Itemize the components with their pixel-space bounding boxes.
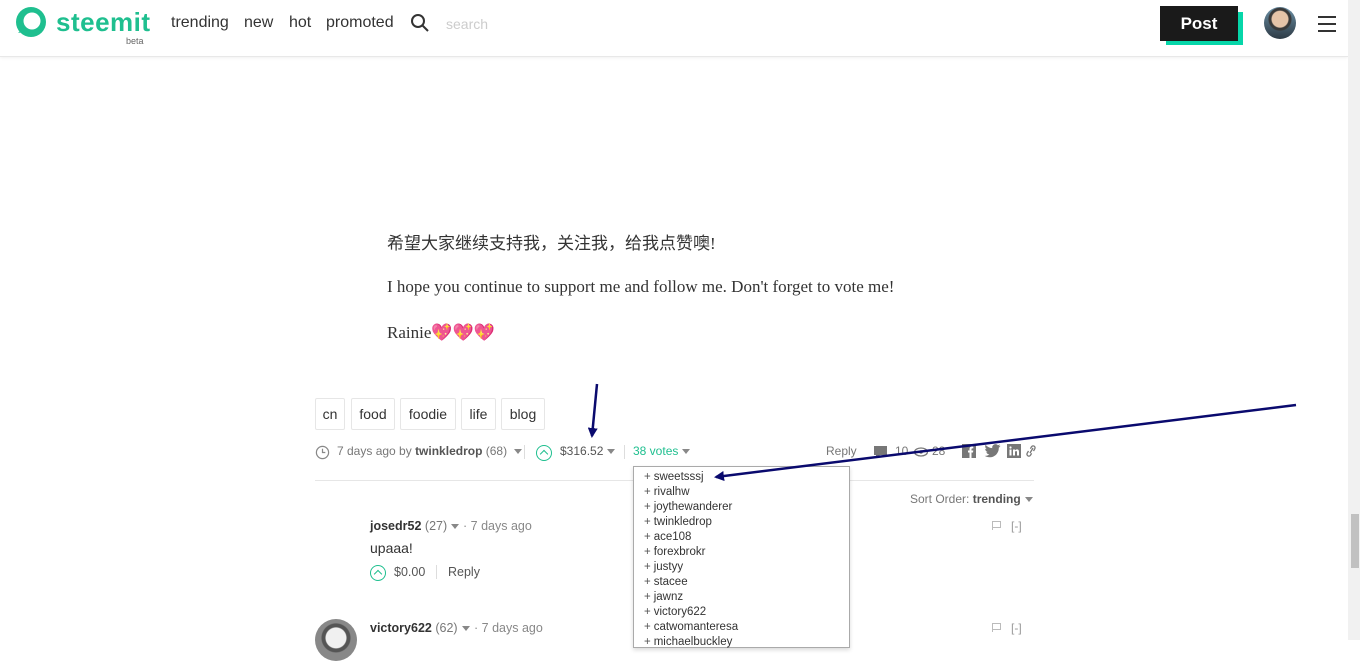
voter-item[interactable]: + victory622 bbox=[644, 605, 706, 620]
payout-caret-icon[interactable] bbox=[607, 449, 616, 455]
steemit-logo-icon[interactable] bbox=[14, 5, 48, 39]
link-icon[interactable] bbox=[1025, 444, 1037, 458]
scrollbar-thumb[interactable] bbox=[1351, 514, 1359, 568]
search-input[interactable] bbox=[444, 12, 588, 36]
brand-name[interactable]: steemit bbox=[56, 7, 151, 38]
twitter-icon[interactable] bbox=[984, 444, 1001, 458]
voters-dropdown: + sweetsssj + rivalhw + joythewanderer + twi… bbox=[633, 466, 850, 648]
comment-reply-link[interactable]: Reply bbox=[448, 565, 480, 579]
comments-count: 10 bbox=[895, 444, 909, 458]
voter-item[interactable]: + sweetsssj bbox=[644, 470, 704, 485]
comment-time[interactable]: · 7 days ago bbox=[474, 621, 543, 635]
post-author[interactable]: twinkledrop bbox=[415, 444, 482, 458]
comment-author-caret-icon[interactable] bbox=[451, 524, 460, 530]
nav-trending[interactable]: trending bbox=[171, 14, 229, 32]
voter-item[interactable]: + ace108 bbox=[644, 530, 691, 545]
meta-divider bbox=[624, 445, 625, 459]
views-count: 28 bbox=[932, 444, 946, 458]
user-avatar[interactable] bbox=[1264, 7, 1296, 39]
voter-item[interactable]: + joythewanderer bbox=[644, 500, 732, 515]
comment-body: upaaa! bbox=[370, 540, 413, 556]
tag-life[interactable]: life bbox=[461, 398, 496, 430]
hamburger-menu-icon[interactable] bbox=[1318, 16, 1336, 32]
voter-item[interactable]: + forexbrokr bbox=[644, 545, 706, 560]
author-dropdown-caret-icon[interactable] bbox=[514, 449, 523, 455]
comment-author[interactable]: victory622 (62) bbox=[370, 621, 470, 635]
votes-toggle[interactable]: 38 votes bbox=[633, 444, 691, 458]
voter-item[interactable]: + jawnz bbox=[644, 590, 683, 605]
comment-author[interactable]: josedr52 (27) bbox=[370, 519, 460, 533]
voter-item[interactable]: + rivalhw bbox=[644, 485, 690, 500]
nav-hot[interactable]: hot bbox=[289, 14, 311, 32]
voter-item[interactable]: + justyy bbox=[644, 560, 683, 575]
author-reputation: (68) bbox=[485, 444, 508, 458]
flag-icon[interactable] bbox=[992, 623, 1002, 632]
comment-payout[interactable]: $0.00 bbox=[394, 565, 425, 579]
post-payout[interactable]: $316.52 bbox=[560, 444, 616, 458]
search-icon[interactable] bbox=[410, 13, 430, 33]
comment-upvote-icon[interactable] bbox=[370, 565, 386, 581]
eye-icon bbox=[914, 447, 928, 457]
post-paragraph-english: I hope you continue to support me and fo… bbox=[387, 277, 895, 296]
collapse-toggle[interactable]: [-] bbox=[1011, 621, 1022, 635]
voter-item[interactable]: + twinkledrop bbox=[644, 515, 712, 530]
nav-new[interactable]: new bbox=[244, 14, 273, 32]
tag-blog[interactable]: blog bbox=[501, 398, 545, 430]
tag-food[interactable]: food bbox=[351, 398, 395, 430]
linkedin-icon[interactable] bbox=[1007, 444, 1021, 458]
comment-author-caret-icon[interactable] bbox=[461, 626, 470, 632]
sort-caret-icon[interactable] bbox=[1024, 497, 1033, 503]
post-button[interactable]: Post bbox=[1160, 6, 1238, 41]
tag-foodie[interactable]: foodie bbox=[400, 398, 456, 430]
comment-icon bbox=[874, 446, 887, 458]
collapse-toggle[interactable]: [-] bbox=[1011, 519, 1022, 533]
voter-item[interactable]: + michaelbuckley bbox=[644, 635, 732, 650]
sort-order[interactable]: Sort Order: trending bbox=[910, 492, 1033, 506]
meta-divider bbox=[524, 445, 525, 459]
nav-promoted[interactable]: promoted bbox=[326, 14, 394, 32]
votes-caret-icon[interactable] bbox=[682, 449, 691, 455]
post-paragraph-chinese: 希望大家继续支持我，关注我，给我点赞噢! bbox=[387, 234, 716, 253]
annotation-arrow-payout bbox=[587, 383, 599, 438]
post-signature: Rainie💖💖💖 bbox=[387, 323, 495, 342]
facebook-icon[interactable] bbox=[962, 444, 976, 458]
post-reply-link[interactable]: Reply bbox=[826, 444, 857, 458]
tag-cn[interactable]: cn bbox=[315, 398, 345, 430]
comment-divider bbox=[436, 565, 437, 579]
flag-icon[interactable] bbox=[992, 521, 1002, 530]
post-time: 7 days ago by bbox=[337, 444, 412, 458]
post-meta: 7 days ago by twinkledrop (68) bbox=[337, 444, 523, 458]
top-header: steemit beta trending new hot promoted P… bbox=[0, 0, 1348, 57]
clock-icon bbox=[315, 445, 330, 460]
voter-item[interactable]: + stacee bbox=[644, 575, 688, 590]
upvote-icon[interactable] bbox=[536, 445, 552, 461]
beta-label: beta bbox=[126, 36, 144, 46]
comment-time[interactable]: · 7 days ago bbox=[463, 519, 532, 533]
comment-avatar[interactable] bbox=[315, 619, 357, 661]
voter-item[interactable]: + catwomanteresa bbox=[644, 620, 738, 635]
